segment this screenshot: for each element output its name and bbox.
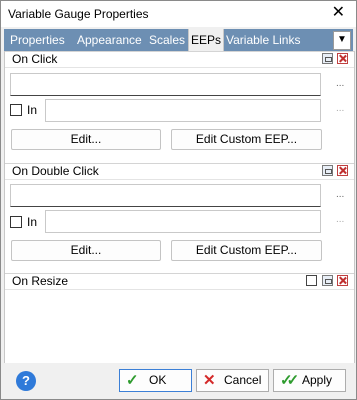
help-icon[interactable]: ? [16,371,36,391]
ok-label: OK [149,373,167,387]
edit-custom-eep-button[interactable]: Edit Custom EEP... [171,240,322,261]
browse-button[interactable]: ... [336,103,344,114]
cross-icon: ✕ [203,372,216,389]
section-title: On Resize [12,274,69,288]
browse-button[interactable]: ... [336,78,344,89]
edit-button[interactable]: Edit... [11,240,161,261]
window-title: Variable Gauge Properties [8,7,149,21]
tab-bar: Properties Appearance Scales EEPs Variab… [4,29,353,51]
minimize-icon[interactable] [322,53,333,64]
minimize-icon[interactable] [322,165,333,176]
tab-variable-links[interactable]: Variable Links [226,29,300,51]
checkmark-icon: ✓ [126,372,139,389]
on-resize-section: On Resize [5,273,354,363]
eeps-panel: On Click ... In ... Edit... Edit Custom … [4,51,355,363]
close-icon[interactable] [337,165,348,176]
in-field[interactable] [45,99,321,122]
in-checkbox[interactable] [10,104,22,116]
browse-button[interactable]: ... [336,189,344,200]
dialog-window: Variable Gauge Properties ✕ Properties A… [0,0,357,400]
title-bar: Variable Gauge Properties ✕ [1,1,356,27]
section-header: On Click [5,51,354,68]
browse-button[interactable]: ... [336,214,344,225]
cancel-label: Cancel [224,373,262,387]
on-click-section: On Click ... In ... Edit... Edit Custom … [5,51,354,163]
tab-scales[interactable]: Scales [149,29,185,51]
section-title: On Double Click [12,164,99,178]
dialog-footer: ? ✓ OK ✕ Cancel ✓✓ Apply [1,363,356,399]
tab-properties[interactable]: Properties [10,29,65,51]
edit-custom-eep-button[interactable]: Edit Custom EEP... [171,129,322,150]
on-click-script-field[interactable] [10,73,321,96]
minimize-icon[interactable] [322,275,333,286]
edit-button[interactable]: Edit... [11,129,161,150]
close-icon[interactable] [337,53,348,64]
section-header: On Double Click [5,163,354,180]
close-icon[interactable]: ✕ [332,4,345,22]
close-icon[interactable] [337,275,348,286]
on-double-click-script-field[interactable] [10,184,321,207]
apply-button[interactable]: ✓✓ Apply [273,369,346,392]
enable-checkbox[interactable] [306,275,317,286]
double-checkmark-icon: ✓✓ [280,372,299,389]
chevron-down-icon[interactable]: ▼ [333,31,351,50]
section-header: On Resize [5,273,354,290]
apply-label: Apply [302,373,333,387]
on-double-click-section: On Double Click ... In ... Edit... Edit … [5,163,354,273]
in-checkbox[interactable] [10,216,22,228]
in-label: In [27,215,38,229]
ok-button[interactable]: ✓ OK [119,369,192,392]
in-label: In [27,103,38,117]
cancel-button[interactable]: ✕ Cancel [196,369,269,392]
tab-eeps[interactable]: EEPs [188,29,224,51]
section-title: On Click [12,52,58,66]
tab-appearance[interactable]: Appearance [77,29,142,51]
in-field[interactable] [45,210,321,233]
